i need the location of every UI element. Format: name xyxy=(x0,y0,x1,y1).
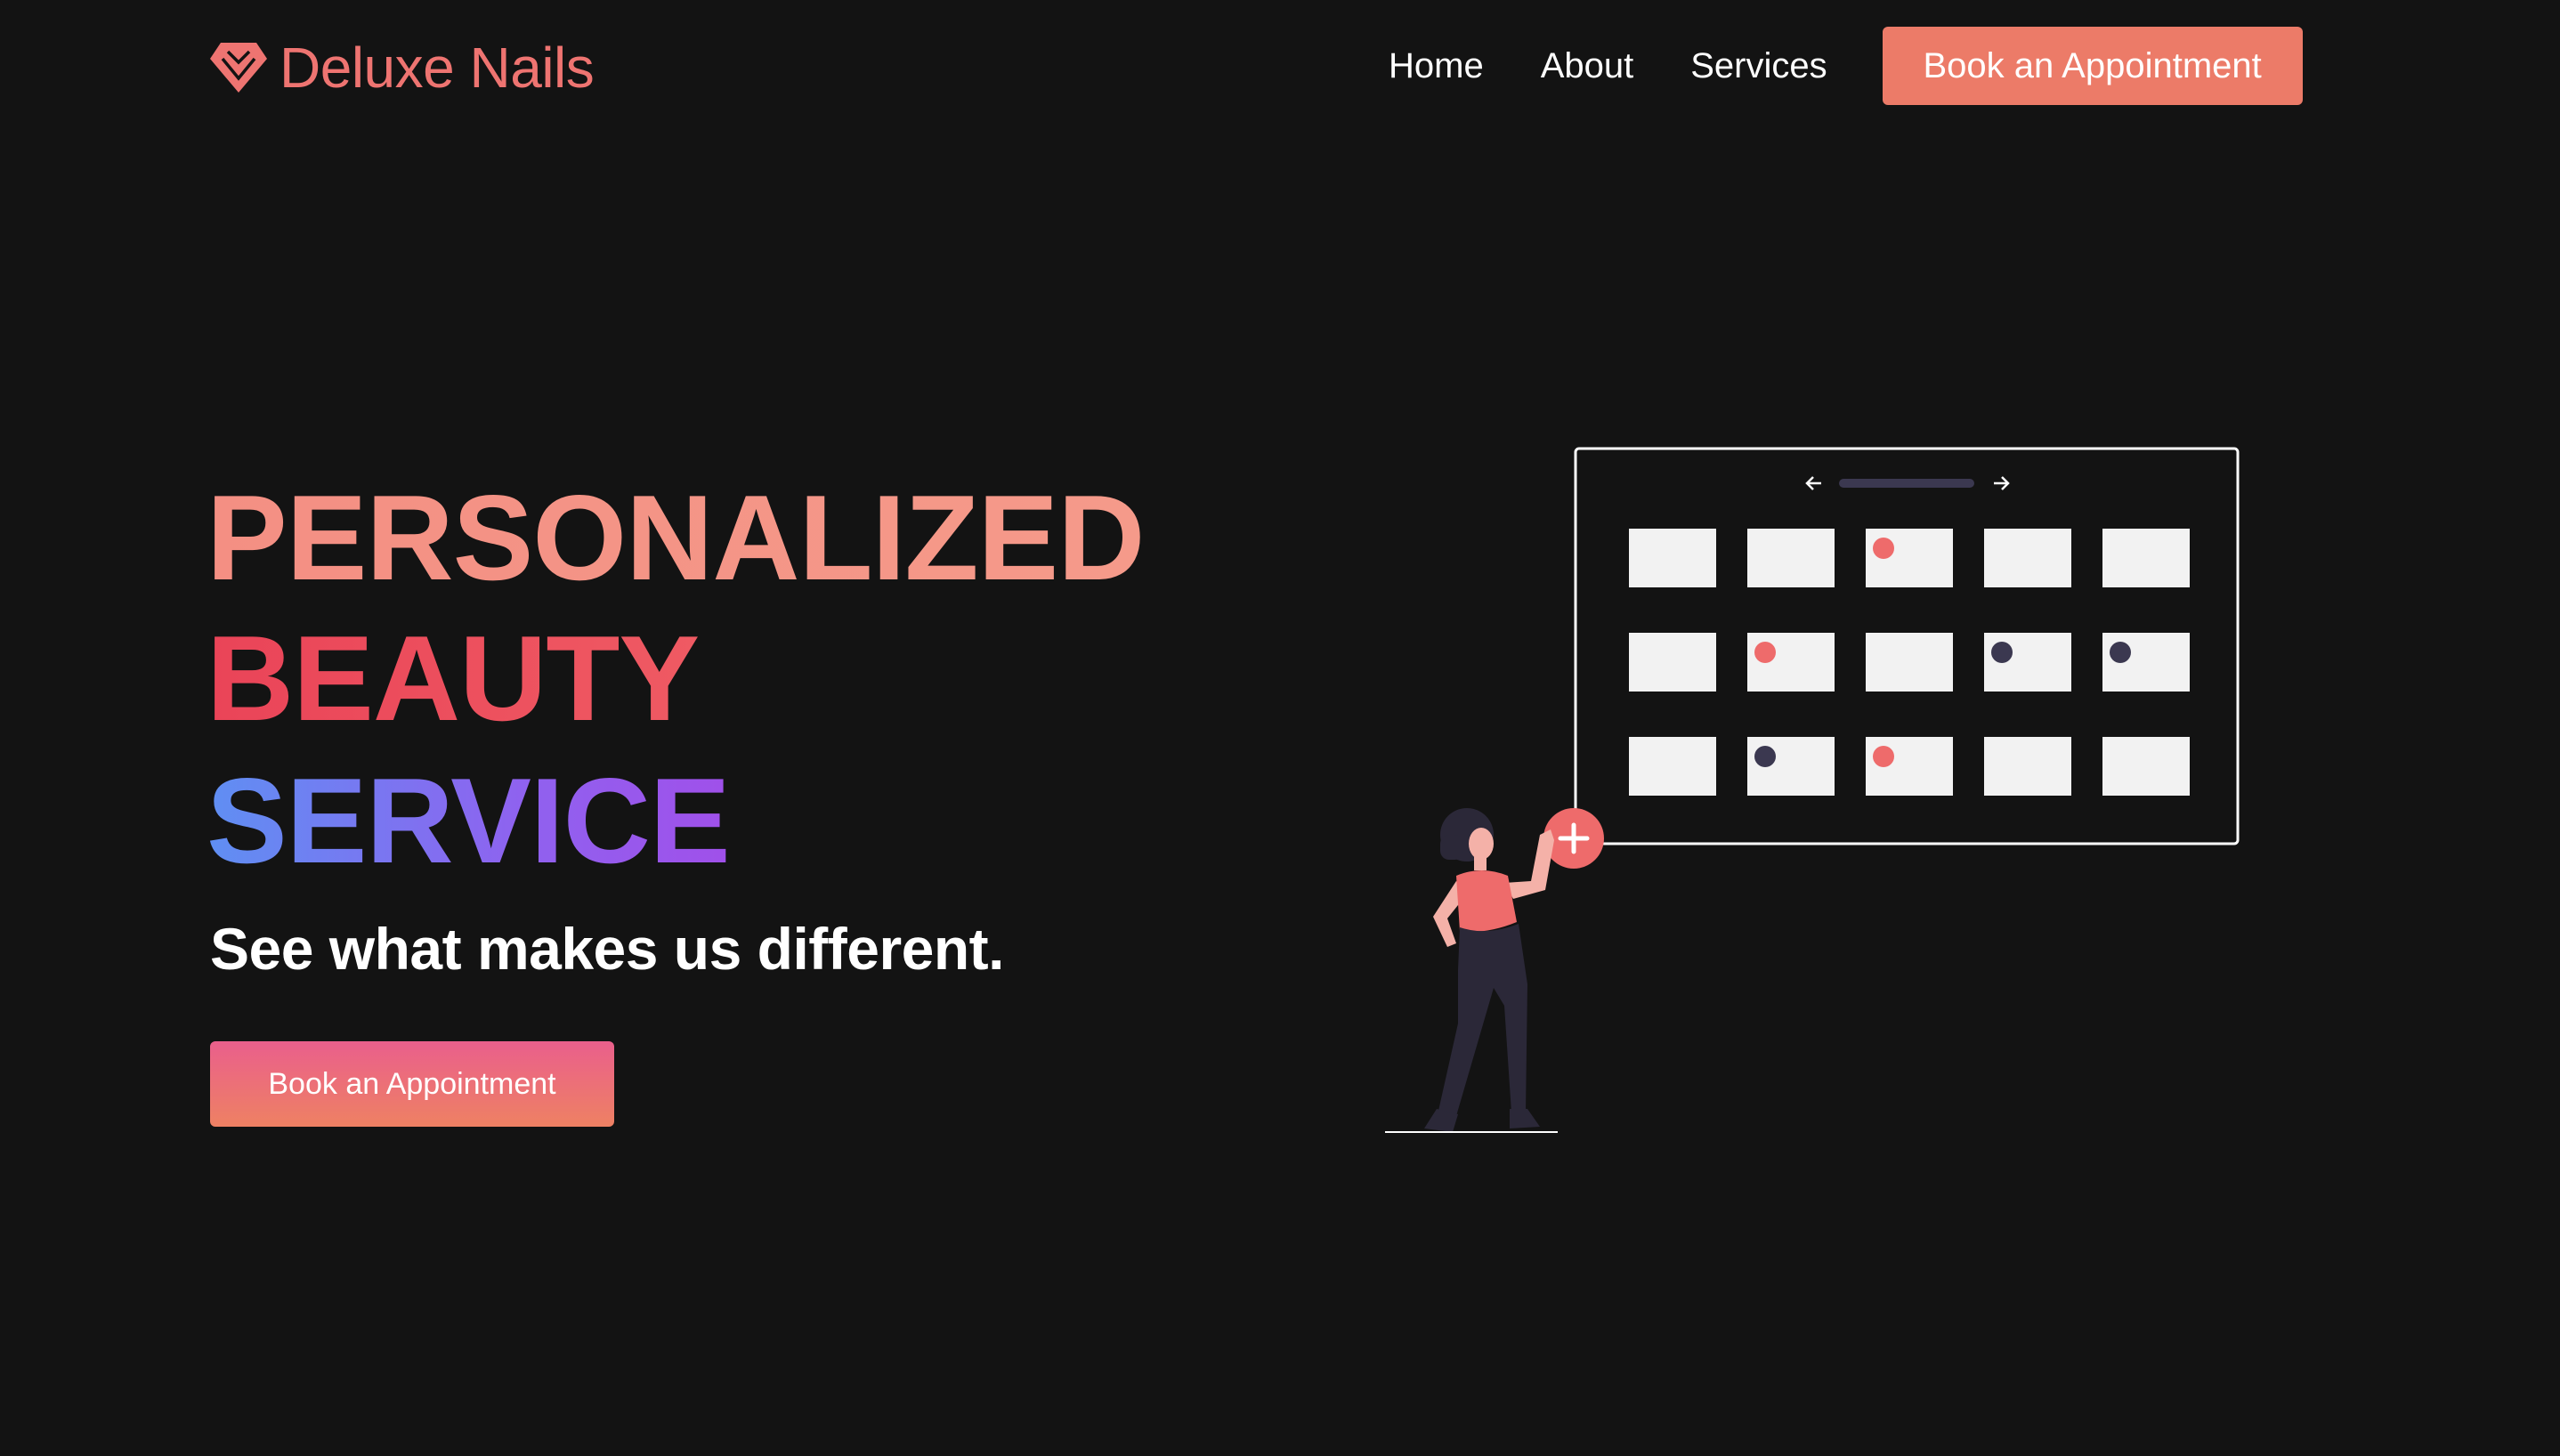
calendar-cell xyxy=(1866,633,1953,692)
hero-subtitle: See what makes us different. xyxy=(210,916,1005,982)
diamond-icon xyxy=(210,43,267,93)
calendar-cell xyxy=(1629,529,1716,587)
calendar-cell xyxy=(1747,737,1835,796)
calendar-cell xyxy=(1866,529,1953,587)
calendar-booked-dot xyxy=(1991,642,2013,663)
calendar-cell xyxy=(2102,529,2190,587)
calendar-cell xyxy=(1747,529,1835,587)
calendar-booked-dot xyxy=(1873,746,1894,767)
calendar-cell xyxy=(1984,529,2071,587)
calendar-cell xyxy=(1747,633,1835,692)
nav-book-appointment-button[interactable]: Book an Appointment xyxy=(1882,27,2303,105)
calendar-booked-dot xyxy=(1754,746,1776,767)
landing-page: Deluxe Nails Home About Services Book an… xyxy=(0,0,2560,1456)
calendar-grid xyxy=(1629,529,2190,796)
calendar-cell xyxy=(1866,737,1953,796)
hero-heading-line-3: SERVICE xyxy=(207,753,731,888)
hero-heading-line-2: BEAUTY xyxy=(207,611,700,746)
calendar-cell xyxy=(1984,737,2071,796)
calendar-booked-dot xyxy=(1873,538,1894,559)
calendar-cell xyxy=(1984,633,2071,692)
brand-logo-link[interactable]: Deluxe Nails xyxy=(210,32,595,103)
person-figure xyxy=(1385,808,1558,1133)
calendar-cell xyxy=(2102,737,2190,796)
arrow-right-icon xyxy=(1994,476,2010,490)
nav-link-home[interactable]: Home xyxy=(1389,46,1484,86)
calendar-cell xyxy=(1629,737,1716,796)
calendar-month-bar xyxy=(1839,479,1974,488)
calendar-header xyxy=(1805,476,2010,490)
nav-link-about[interactable]: About xyxy=(1541,46,1634,86)
hero-heading-line-1: PERSONALIZED xyxy=(207,470,1145,605)
brand-name: Deluxe Nails xyxy=(279,36,595,100)
hero-book-appointment-button[interactable]: Book an Appointment xyxy=(210,1041,614,1127)
arrow-left-icon xyxy=(1805,476,1821,490)
main-nav: Home About Services Book an Appointment xyxy=(1389,27,2303,105)
calendar-cell xyxy=(1629,633,1716,692)
calendar-cell xyxy=(2102,633,2190,692)
calendar-booked-dot xyxy=(2110,642,2131,663)
calendar-booking-illustration xyxy=(1385,447,2240,1133)
calendar-booked-dot xyxy=(1754,642,1776,663)
nav-link-services[interactable]: Services xyxy=(1690,46,1827,86)
